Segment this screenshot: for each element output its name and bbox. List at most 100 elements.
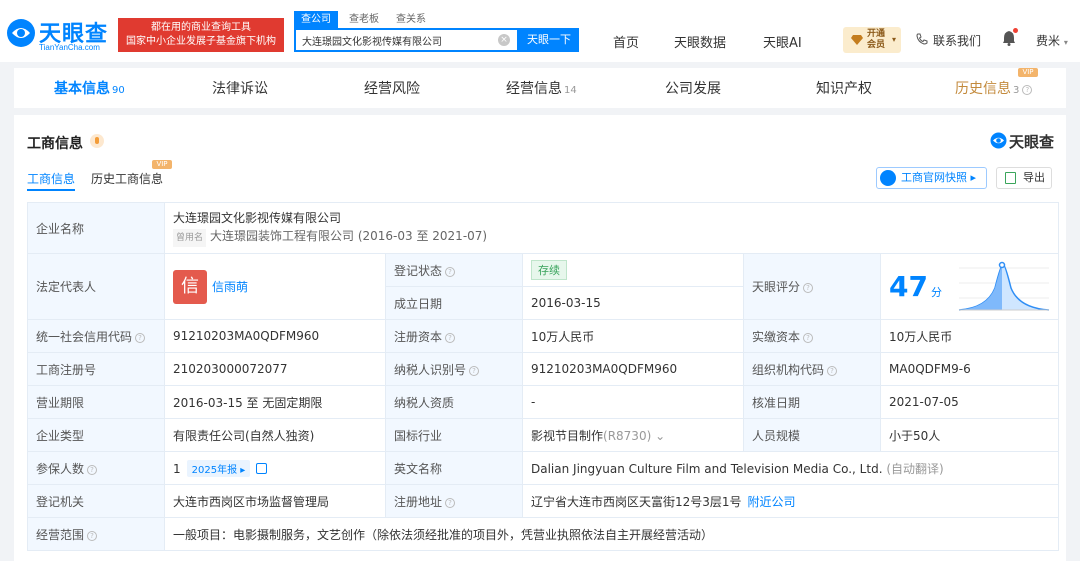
taxpayer-id: 91210203MA0QDFM960 (522, 352, 744, 386)
tab-label: 基本信息 (54, 81, 110, 97)
company-name: 大连璟园文化影视传媒有限公司 (173, 211, 342, 225)
nav-ai[interactable]: 天眼AI (763, 32, 802, 51)
snapshot-label: 工商官网快照 (901, 171, 967, 184)
tab-basic-info[interactable]: 基本信息 90 (54, 78, 125, 98)
phone-icon (916, 33, 928, 45)
search-button[interactable]: 天眼一下 (519, 28, 579, 52)
search-tab-relation[interactable]: 查关系 (389, 11, 433, 28)
vip-line-1: 开通 (867, 29, 886, 39)
found-date-label: 成立日期 (385, 286, 523, 320)
authority: 大连市西岗区市场监督管理局 (164, 484, 386, 518)
alert-icon[interactable] (90, 134, 104, 148)
question-icon: ? (445, 266, 456, 277)
annual-report-tag[interactable]: 2025年报 ▸ (186, 459, 251, 477)
logo-subtext: TianYanCha.com (39, 43, 100, 52)
tab-history[interactable]: 历史信息 3? (955, 78, 1033, 98)
question-icon: ? (87, 530, 98, 541)
business-info-table: 企业名称 大连璟园文化影视传媒有限公司 曾用名 大连璟园装饰工程有限公司 (201… (27, 202, 1060, 551)
notification-dot (1013, 28, 1018, 33)
approve-date: 2021-07-05 (879, 385, 1060, 419)
nav-home[interactable]: 首页 (613, 32, 639, 51)
english-name-label: 英文名称 (385, 451, 523, 485)
contact-us-link[interactable]: 联系我们 (916, 32, 981, 49)
legal-rep-link[interactable]: 信雨萌 (212, 280, 248, 294)
table-row: 营业期限 2016-03-15 至 无固定期限 纳税人资质 - 核准日期 202… (27, 385, 1060, 419)
old-name: 大连璟园装饰工程有限公司 (2016-03 至 2021-07) (210, 229, 488, 243)
search-box: × (294, 28, 519, 52)
taxpayer-id-label: 纳税人识别号? (385, 352, 523, 386)
taxpayer-qual: - (522, 385, 744, 419)
paid-capital-label: 实缴资本? (743, 319, 881, 353)
question-icon: ? (803, 332, 814, 343)
tab-legal[interactable]: 法律诉讼 (212, 78, 268, 98)
reg-no-label: 工商注册号 (27, 352, 165, 386)
user-menu[interactable]: 费米 ▾ (1036, 32, 1068, 49)
reg-no: 210203000072077 (164, 352, 386, 386)
insured-label: 参保人数? (27, 451, 165, 485)
contact-label: 联系我们 (933, 34, 982, 48)
table-row: 工商注册号 210203000072077 纳税人识别号? 91210203MA… (27, 352, 1060, 386)
official-snapshot-button[interactable]: 工商官网快照 ▸ (876, 167, 987, 189)
term-label: 营业期限 (27, 385, 165, 419)
brand-watermark: 天眼查 (990, 131, 1054, 152)
tab-operation[interactable]: 经营信息 14 (506, 78, 577, 98)
table-row: 企业类型 有限责任公司(自然人独资) 国标行业 影视节目制作(R8730) ⌄ … (27, 418, 1060, 452)
approve-date-label: 核准日期 (743, 385, 881, 419)
table-row: 统一社会信用代码? 91210203MA0QDFM960 注册资本? 10万人民… (27, 319, 1060, 353)
tab-count: 90 (112, 85, 125, 96)
legal-rep-label: 法定代表人 (27, 253, 165, 320)
old-name-label: 曾用名 (173, 229, 207, 247)
top-header: 天眼查 TianYanCha.com 都在用的商业查询工具 国家中小企业发展子基… (0, 0, 1080, 62)
vip-line-2: 会员 (867, 40, 886, 50)
industry-code: (R8730) (603, 428, 652, 443)
chevron-right-icon: ▸ (970, 171, 977, 184)
tab-label: 经营信息 (506, 81, 562, 97)
chevron-down-icon: ▾ (892, 35, 897, 44)
company-type-label: 企业类型 (27, 418, 165, 452)
vip-tag: VIP (152, 160, 172, 169)
tab-risk[interactable]: 经营风险 (364, 78, 420, 98)
auto-translate-note: (自动翻译) (886, 461, 944, 476)
section-tabs: 基本信息 90 法律诉讼 经营风险 经营信息 14 公司发展 知识产权 历史信息 3?… (14, 68, 1066, 108)
address-label: 注册地址? (385, 484, 523, 518)
scope-label: 经营范围? (27, 517, 165, 551)
nav-data[interactable]: 天眼数据 (674, 32, 726, 51)
chevron-down-icon: ▾ (1063, 38, 1068, 47)
chart-icon[interactable] (256, 462, 268, 474)
export-button[interactable]: 导出 (996, 167, 1052, 189)
open-vip-button[interactable]: 开通 会员 ▾ (843, 27, 901, 53)
question-icon: ? (803, 283, 814, 293)
industry-cell[interactable]: 影视节目制作(R8730) ⌄ (522, 418, 744, 452)
insured-cell: 1 2025年报 ▸ (164, 451, 386, 485)
tab-count: 14 (564, 85, 577, 96)
authority-label: 登记机关 (27, 484, 165, 518)
tab-label: 历史信息 (955, 81, 1011, 97)
clear-icon[interactable]: × (498, 34, 510, 46)
company-name-label: 企业名称 (27, 202, 165, 254)
excel-icon (1005, 172, 1016, 184)
vip-tag: VIP (1018, 68, 1038, 77)
tab-ip[interactable]: 知识产权 (816, 78, 872, 98)
subtab-history-business-info[interactable]: 历史工商信息 (91, 170, 163, 187)
tab-development[interactable]: 公司发展 (665, 78, 721, 98)
question-icon: ? (469, 365, 480, 376)
org-code: MA0QDFM9-6 (879, 352, 1060, 386)
chevron-down-icon: ⌄ (655, 428, 666, 443)
slogan-line-2: 国家中小企业发展子基金旗下机构 (126, 36, 276, 47)
subtab-business-info[interactable]: 工商信息 (27, 170, 75, 187)
tab-label: 法律诉讼 (212, 81, 268, 97)
company-type: 有限责任公司(自然人独资) (164, 418, 386, 452)
search-tab-boss[interactable]: 查老板 (342, 11, 386, 28)
search-tab-company[interactable]: 查公司 (294, 11, 338, 28)
tianyancha-logo-icon (7, 19, 35, 47)
insured-count: 1 (173, 461, 181, 476)
nearby-companies-link[interactable]: 附近公司 (748, 495, 796, 509)
search-input[interactable] (296, 30, 496, 50)
avatar[interactable]: 信 (173, 269, 207, 304)
staff-size-label: 人员规模 (743, 418, 881, 452)
tab-count: 3 (1013, 85, 1020, 96)
site-logo[interactable]: 天眼查 TianYanCha.com (6, 14, 114, 54)
score-cell[interactable]: 47 分 (879, 253, 1060, 320)
question-icon: ? (445, 332, 456, 343)
table-row: 法定代表人 信信雨萌 登记状态? 存续 天眼评分? 47 分 (27, 253, 1060, 320)
